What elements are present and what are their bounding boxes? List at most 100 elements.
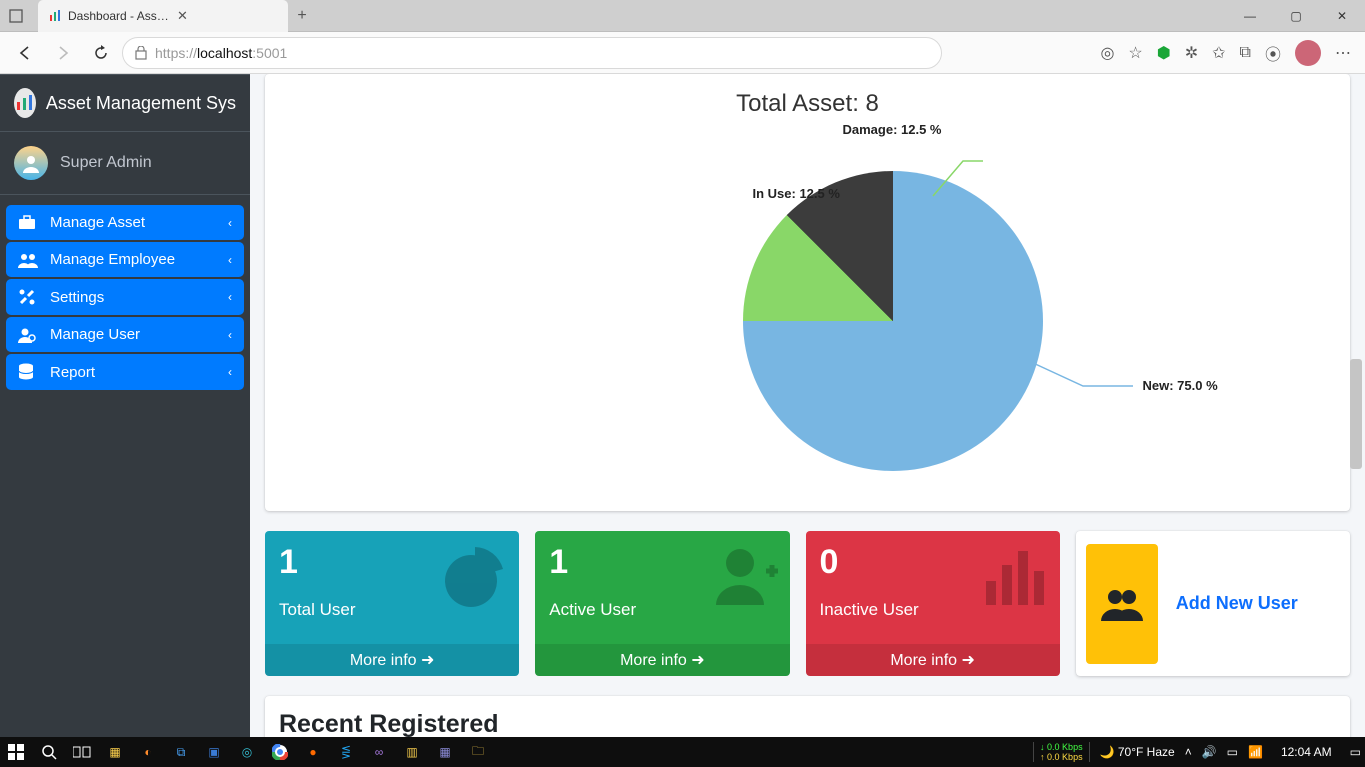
task-view-icon[interactable] bbox=[70, 740, 94, 764]
taskbar-app-icon[interactable]: 🗀 bbox=[466, 740, 490, 764]
brand[interactable]: Asset Management Sys bbox=[0, 74, 250, 132]
windows-taskbar: ▦ ◐ ⧉ ▣ ◎ ● ⋚ ∞ ▥ ▦ 🗀 ↓ 0.0 Kbps ↑ 0.0 K… bbox=[0, 737, 1365, 767]
briefcase-icon bbox=[18, 215, 42, 231]
chart-card: Total Asset: 8 Damage: 12.5 % In Use: 12… bbox=[265, 74, 1350, 511]
stat-box-total-user: 1 Total User More info ➜ bbox=[265, 531, 519, 676]
notifications-icon[interactable]: ▭ bbox=[1350, 745, 1361, 759]
recent-registered-card: Recent Registered bbox=[265, 696, 1350, 737]
chevron-left-icon: ‹ bbox=[228, 365, 232, 379]
shield-icon[interactable]: ⬢ bbox=[1157, 43, 1171, 63]
pie-icon bbox=[439, 541, 511, 613]
pie-label-damage: Damage: 12.5 % bbox=[843, 122, 942, 137]
new-tab-button[interactable]: + bbox=[288, 7, 316, 25]
sidebar-item-label: Manage Asset bbox=[50, 214, 145, 231]
nav-back-button[interactable] bbox=[8, 36, 42, 70]
user-cog-icon bbox=[18, 327, 42, 343]
window-close-button[interactable]: ✕ bbox=[1319, 0, 1365, 32]
taskbar-app-icon[interactable]: ▦ bbox=[433, 740, 457, 764]
window-titlebar: Dashboard - Asset Management ✕ + — ▢ ✕ bbox=[0, 0, 1365, 32]
favorites-icon[interactable]: ☆ bbox=[1128, 43, 1142, 63]
tray-volume-icon[interactable]: 🔊 bbox=[1202, 745, 1217, 759]
sidebar-item-label: Manage Employee bbox=[50, 251, 175, 268]
network-speed[interactable]: ↓ 0.0 Kbps ↑ 0.0 Kbps bbox=[1033, 742, 1090, 762]
nav-forward-button[interactable] bbox=[46, 36, 80, 70]
stat-boxes: 1 Total User More info ➜ 1 Active User M… bbox=[265, 531, 1350, 676]
brand-title: Asset Management Sys bbox=[46, 93, 236, 114]
stat-footer-link[interactable]: More info ➜ bbox=[265, 644, 519, 676]
window-maximize-button[interactable]: ▢ bbox=[1273, 0, 1319, 32]
add-new-user-box[interactable]: Add New User bbox=[1076, 531, 1350, 676]
user-avatar-icon bbox=[14, 146, 48, 180]
sidebar-item-label: Report bbox=[50, 364, 95, 381]
browser-tab-title: Dashboard - Asset Management bbox=[68, 9, 169, 23]
brand-logo-icon bbox=[14, 88, 36, 118]
favorites-bar-icon[interactable]: ✩ bbox=[1212, 43, 1225, 63]
tray-battery-icon[interactable]: ▭ bbox=[1227, 745, 1238, 759]
taskbar-app-icon[interactable] bbox=[268, 740, 292, 764]
extensions-icon[interactable]: ✲ bbox=[1185, 43, 1198, 63]
search-icon[interactable] bbox=[37, 740, 61, 764]
taskbar-app-icon[interactable]: ⋚ bbox=[334, 740, 358, 764]
address-bar[interactable]: https://localhost:5001 bbox=[122, 37, 942, 69]
taskbar-app-icon[interactable]: ▥ bbox=[400, 740, 424, 764]
stat-footer-link[interactable]: More info ➜ bbox=[535, 644, 789, 676]
taskbar-app-icon[interactable]: ◐ bbox=[136, 740, 160, 764]
location-icon[interactable]: ◎ bbox=[1100, 43, 1114, 63]
sidebar-user[interactable]: Super Admin bbox=[0, 132, 250, 195]
browser-tab[interactable]: Dashboard - Asset Management ✕ bbox=[38, 0, 288, 32]
chart-title: Total Asset: 8 bbox=[265, 90, 1350, 118]
sidebar-item-report[interactable]: Report ‹ bbox=[6, 354, 244, 390]
chevron-left-icon: ‹ bbox=[228, 253, 232, 267]
user-plus-icon bbox=[710, 541, 782, 613]
sidebar-item-manage-asset[interactable]: Manage Asset ‹ bbox=[6, 205, 244, 240]
sidebar-item-settings[interactable]: Settings ‹ bbox=[6, 279, 244, 315]
close-tab-icon[interactable]: ✕ bbox=[177, 8, 278, 24]
sidebar-item-manage-employee[interactable]: Manage Employee ‹ bbox=[6, 242, 244, 277]
taskbar-app-icon[interactable]: ◎ bbox=[235, 740, 259, 764]
favicon-icon bbox=[48, 9, 62, 23]
pie-label-new: New: 75.0 % bbox=[1143, 378, 1218, 393]
main-content: Total Asset: 8 Damage: 12.5 % In Use: 12… bbox=[250, 74, 1365, 737]
collections-icon[interactable]: ⧉ bbox=[1240, 44, 1251, 62]
users-icon bbox=[18, 252, 42, 268]
sidebar-item-label: Manage User bbox=[50, 326, 140, 343]
users-icon bbox=[1086, 544, 1158, 664]
chevron-left-icon: ‹ bbox=[228, 216, 232, 230]
sidebar-user-name: Super Admin bbox=[60, 154, 152, 172]
screenshot-icon[interactable]: ⦿ bbox=[1265, 41, 1281, 65]
sidebar-nav: Manage Asset ‹ Manage Employee ‹ Setting… bbox=[0, 195, 250, 400]
scrollbar[interactable] bbox=[1349, 74, 1363, 737]
weather-widget[interactable]: 🌙 70°F Haze bbox=[1100, 745, 1175, 759]
taskbar-clock[interactable]: 12:04 AM bbox=[1273, 745, 1340, 759]
bar-chart-icon bbox=[980, 541, 1052, 613]
tray-chevron-icon[interactable]: ˄ bbox=[1185, 745, 1192, 759]
tray-wifi-icon[interactable]: 📶 bbox=[1248, 745, 1263, 759]
pie-chart: Damage: 12.5 % In Use: 12.5 % New: 75.0 … bbox=[483, 126, 1133, 486]
taskbar-app-icon[interactable]: ▦ bbox=[103, 740, 127, 764]
chevron-left-icon: ‹ bbox=[228, 328, 232, 342]
scrollbar-thumb[interactable] bbox=[1350, 359, 1362, 469]
section-title: Recent Registered bbox=[279, 710, 1336, 737]
profile-avatar-icon[interactable] bbox=[1295, 40, 1321, 66]
sidebar-item-label: Settings bbox=[50, 289, 104, 306]
tab-actions-icon[interactable] bbox=[0, 0, 32, 32]
add-new-user-label: Add New User bbox=[1176, 593, 1298, 614]
stat-box-active-user: 1 Active User More info ➜ bbox=[535, 531, 789, 676]
pie-leader-lines bbox=[483, 126, 1133, 486]
database-icon bbox=[18, 363, 42, 381]
sidebar-item-manage-user[interactable]: Manage User ‹ bbox=[6, 317, 244, 352]
nav-refresh-button[interactable] bbox=[84, 36, 118, 70]
start-button[interactable] bbox=[4, 740, 28, 764]
window-minimize-button[interactable]: — bbox=[1227, 0, 1273, 32]
arrow-right-icon: ➜ bbox=[421, 652, 434, 669]
taskbar-app-icon[interactable]: ∞ bbox=[367, 740, 391, 764]
stat-footer-link[interactable]: More info ➜ bbox=[806, 644, 1060, 676]
taskbar-app-icon[interactable]: ● bbox=[301, 740, 325, 764]
arrow-right-icon: ➜ bbox=[691, 652, 704, 669]
browser-toolbar: https://localhost:5001 ◎ ☆ ⬢ ✲ ✩ ⧉ ⦿ ⋯ bbox=[0, 32, 1365, 74]
stat-box-inactive-user: 0 Inactive User More info ➜ bbox=[806, 531, 1060, 676]
pie-label-inuse: In Use: 12.5 % bbox=[753, 186, 840, 201]
taskbar-app-icon[interactable]: ▣ bbox=[202, 740, 226, 764]
taskbar-app-icon[interactable]: ⧉ bbox=[169, 740, 193, 764]
more-menu-icon[interactable]: ⋯ bbox=[1335, 43, 1351, 63]
